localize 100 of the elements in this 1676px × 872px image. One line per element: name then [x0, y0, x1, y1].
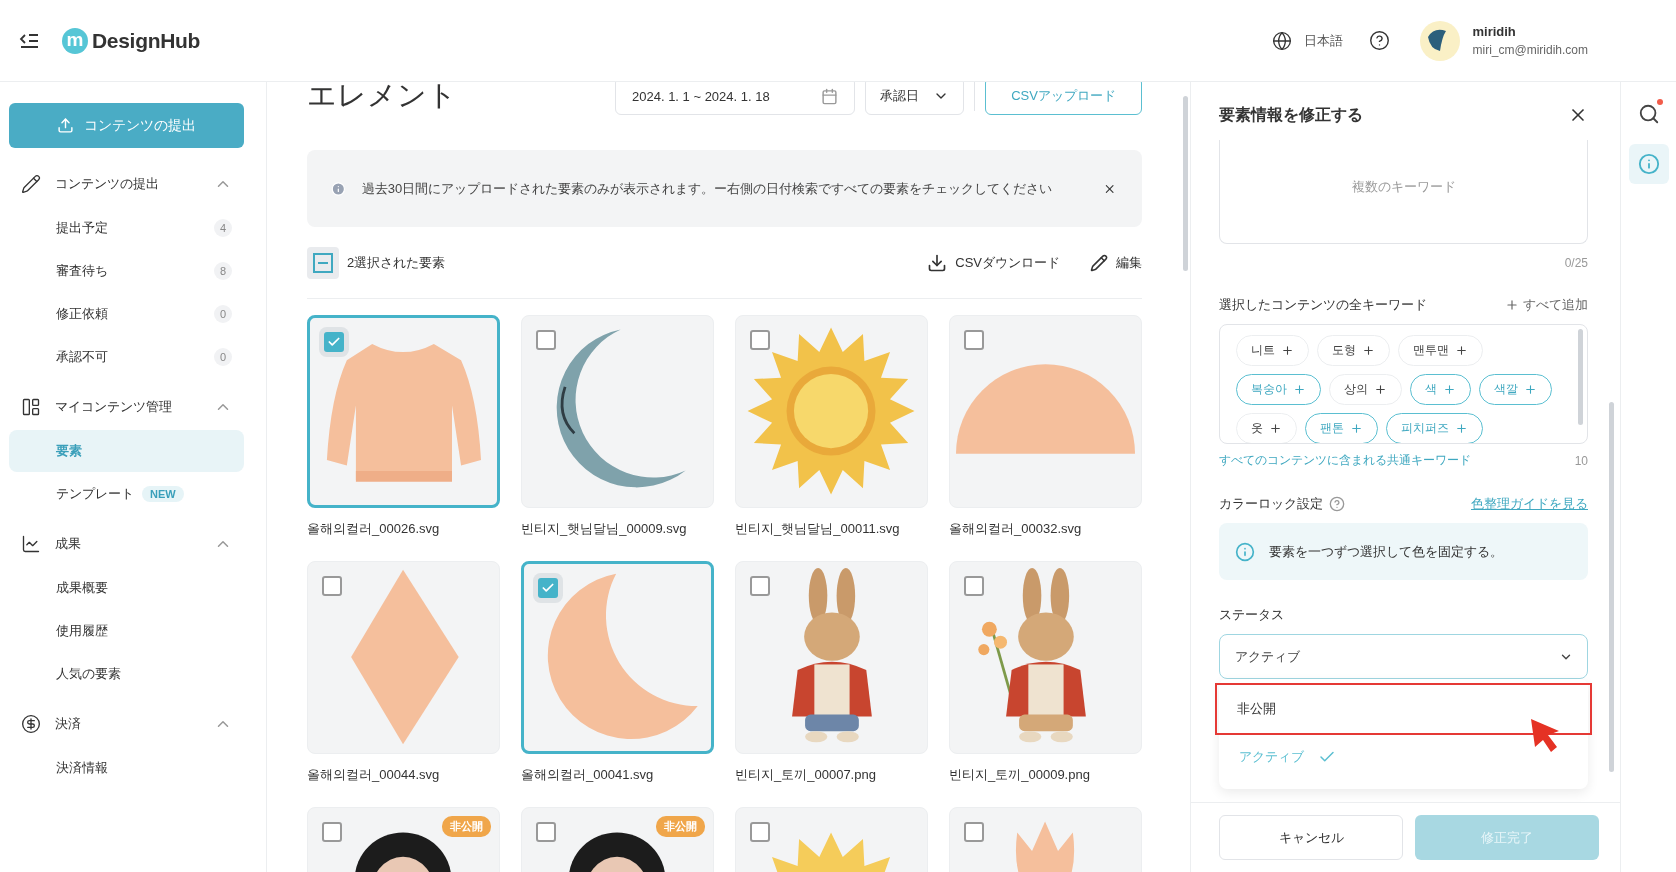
- select-all-checkbox[interactable]: [307, 246, 339, 279]
- search-icon: [1637, 103, 1660, 125]
- panel-title: 要素情報を修正する: [1219, 104, 1363, 125]
- keyword-chip[interactable]: 도형: [1317, 335, 1390, 366]
- color-lock-label: カラーロック設定: [1219, 495, 1323, 513]
- checkbox[interactable]: [964, 330, 984, 350]
- count-badge: 0: [214, 305, 232, 323]
- file-name: 빈티지_햇님달님_00011.svg: [735, 520, 901, 538]
- nav-item[interactable]: 審査待ち 8: [9, 250, 244, 292]
- checkbox[interactable]: [750, 822, 770, 842]
- nav-label: 要素: [56, 442, 83, 460]
- keyword-chip[interactable]: 니트: [1236, 335, 1309, 366]
- section-title: コンテンツの提出: [55, 175, 160, 193]
- count-badge: 0: [214, 348, 232, 366]
- nav-label: 使用履歴: [56, 622, 109, 640]
- nav-label: 人気の要素: [56, 665, 122, 683]
- help-icon[interactable]: [1369, 30, 1391, 51]
- file-name: 빈티지_햇님달님_00009.svg: [521, 520, 688, 538]
- check-icon: [327, 335, 341, 349]
- count-badge: 4: [214, 219, 232, 237]
- checkbox[interactable]: [964, 822, 984, 842]
- status-badge: 非公開: [442, 816, 491, 837]
- nav-label: 決済情報: [56, 759, 109, 777]
- date-range-field[interactable]: 2024. 1. 1 ~ 2024. 1. 18: [615, 82, 855, 115]
- status-select[interactable]: アクティブ: [1219, 634, 1588, 679]
- avatar[interactable]: [1420, 20, 1461, 61]
- menu-option[interactable]: 非公開: [1217, 685, 1590, 733]
- keyword-count: 0/25: [1564, 256, 1588, 270]
- plus-icon: [1362, 344, 1375, 357]
- upload-icon: [57, 117, 74, 134]
- section-header[interactable]: コンテンツの提出: [9, 162, 244, 206]
- plus-icon: [1505, 298, 1519, 312]
- info-button[interactable]: [1628, 144, 1669, 184]
- file-name: 빈티지_토끼_00009.png: [949, 766, 1091, 784]
- new-badge: NEW: [142, 486, 184, 502]
- info-text: 要素を一つずつ選択して色を固定する。: [1269, 542, 1503, 561]
- nav-item[interactable]: 人気の要素: [9, 653, 244, 695]
- dollar-icon: [21, 714, 41, 734]
- chart-icon: [21, 534, 41, 554]
- checkbox[interactable]: [750, 576, 770, 596]
- nav-item[interactable]: 修正依頼 0: [9, 293, 244, 335]
- user-name: miridih: [1472, 24, 1517, 39]
- checkbox[interactable]: [536, 822, 556, 842]
- element-card[interactable]: [307, 315, 500, 508]
- nav-item[interactable]: 使用履歴: [9, 610, 244, 652]
- add-all-button[interactable]: すべて追加: [1505, 296, 1588, 314]
- calendar-icon: [821, 87, 838, 105]
- plus-icon: [1269, 422, 1282, 435]
- check-icon: [541, 581, 555, 595]
- section-header[interactable]: 成果: [9, 522, 244, 566]
- plus-icon: [1350, 422, 1363, 435]
- nav-label: 修正依頼: [56, 305, 109, 323]
- checkbox[interactable]: [964, 576, 984, 596]
- download-icon: [927, 252, 948, 273]
- section-header[interactable]: 決済: [9, 702, 244, 746]
- nav-label: 承認不可: [56, 348, 109, 366]
- file-name: 올해의컬러_00041.svg: [521, 766, 655, 784]
- pencil-icon: [21, 174, 41, 194]
- layout-icon: [21, 397, 41, 417]
- checkbox[interactable]: [750, 330, 770, 350]
- common-count: 10: [1574, 453, 1588, 468]
- page-title: エレメント: [307, 82, 458, 113]
- file-name: 빈티지_토끼_00007.png: [735, 766, 877, 784]
- nav-item[interactable]: テンプレート NEW: [9, 473, 244, 515]
- keyword-chip[interactable]: 맨투맨: [1398, 335, 1483, 366]
- edit-button[interactable]: 編集: [1090, 253, 1142, 272]
- plus-icon: [1455, 344, 1468, 357]
- keywords-field[interactable]: 複数のキーワード: [1219, 140, 1588, 244]
- keyword-chip[interactable]: 옷: [1236, 413, 1297, 443]
- scrollbar[interactable]: [1578, 329, 1583, 425]
- count-badge: 8: [214, 262, 232, 280]
- plus-icon: [1443, 383, 1456, 396]
- language-label[interactable]: 日本語: [1304, 31, 1344, 50]
- checkbox[interactable]: [322, 576, 342, 596]
- logo-text: DesignHub: [92, 28, 201, 53]
- plus-icon: [1455, 422, 1468, 435]
- info-icon: [1235, 541, 1255, 562]
- cancel-button[interactable]: キャンセル: [1219, 815, 1403, 860]
- nav-label: テンプレート: [56, 485, 134, 503]
- section-header[interactable]: マイコンテンツ管理: [9, 385, 244, 429]
- nav-item[interactable]: 承認不可 0: [9, 336, 244, 378]
- sort-dropdown[interactable]: 承認日: [865, 82, 964, 115]
- checkbox[interactable]: [536, 330, 556, 350]
- plus-icon: [1524, 383, 1537, 396]
- element-card[interactable]: [521, 561, 714, 754]
- plus-icon: [1293, 383, 1306, 396]
- file-name: 올해의컬러_00032.svg: [949, 520, 1083, 538]
- csv-download-button[interactable]: CSVダウンロード: [927, 252, 1060, 273]
- nav-item[interactable]: 成果概要: [9, 567, 244, 609]
- nav-item[interactable]: 提出予定 4: [9, 207, 244, 249]
- section-title: 成果: [55, 535, 82, 553]
- keyword-chip[interactable]: 상의: [1329, 374, 1402, 405]
- section-title: 決済: [55, 715, 82, 733]
- logo-mark: m: [62, 27, 88, 54]
- notification-dot: [1656, 99, 1663, 105]
- globe-icon[interactable]: [1272, 30, 1293, 51]
- checkbox[interactable]: [322, 822, 342, 842]
- user-email: miri_cm@miridih.com: [1472, 43, 1588, 57]
- nav-item[interactable]: 決済情報: [9, 747, 244, 789]
- file-name: 올해의컬러_00026.svg: [307, 520, 441, 538]
